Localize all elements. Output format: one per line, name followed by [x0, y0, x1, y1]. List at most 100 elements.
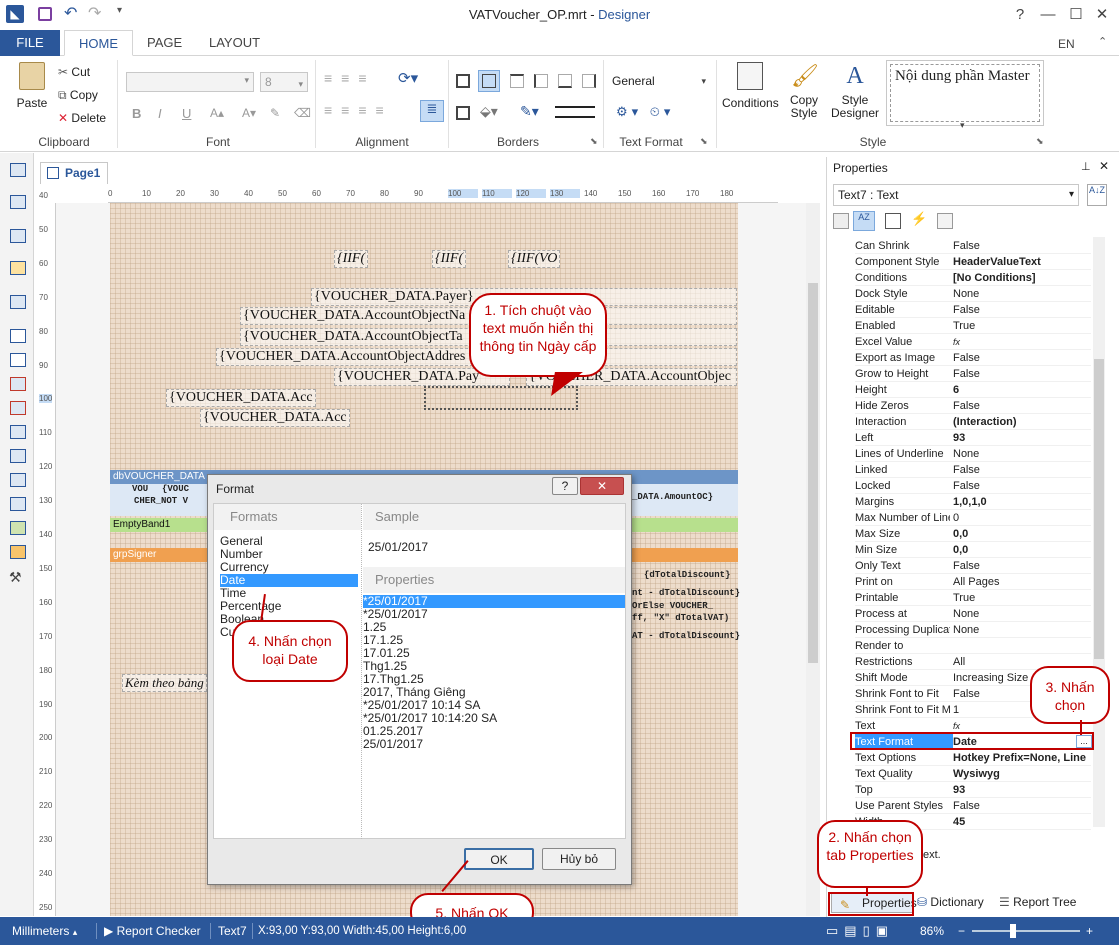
property-row[interactable]: Render to — [855, 638, 1091, 654]
close-panel-icon[interactable]: ✕ — [1099, 159, 1109, 173]
signer-cell[interactable]: AT - dTotalDiscount} — [632, 631, 740, 641]
property-row[interactable]: Max Number of Lines 0 — [855, 510, 1091, 526]
toolbox-container-icon[interactable] — [10, 473, 26, 487]
tab-file[interactable]: FILE — [0, 30, 60, 56]
property-grid-scrollbar[interactable] — [1093, 237, 1105, 827]
canvas-scrollbar[interactable] — [806, 203, 820, 916]
font-color-icon[interactable]: A▾ — [242, 106, 256, 120]
align-icons-row-1[interactable]: ≡≡≡ — [324, 70, 376, 86]
border-left-icon[interactable] — [534, 74, 548, 88]
tab-home[interactable]: HOME — [64, 30, 133, 56]
delete-button[interactable]: ✕ Delete — [58, 111, 106, 125]
copy-style-button[interactable]: 🖌 Copy Style — [784, 62, 824, 120]
shadow-icon[interactable] — [456, 106, 470, 120]
toolbox-picture-icon[interactable] — [10, 521, 26, 535]
property-value[interactable]: 93 — [953, 430, 1093, 446]
property-row[interactable]: Print on All Pages — [855, 574, 1091, 590]
property-row[interactable]: Locked False — [855, 478, 1091, 494]
ok-button[interactable]: OK — [464, 848, 534, 870]
toolbox-band-icon[interactable] — [10, 163, 26, 177]
property-row[interactable]: Left 93 — [855, 430, 1091, 446]
property-row[interactable]: Can Shrink False — [855, 238, 1091, 254]
property-row[interactable]: Lines of Underline None — [855, 446, 1091, 462]
signer-cell[interactable]: {dTotalDiscount} — [644, 570, 730, 580]
tab-page1[interactable]: Page1 — [40, 162, 108, 184]
signer-cell[interactable]: nt - dTotalDiscount} — [632, 588, 740, 598]
units-selector[interactable]: Millimeters ▴ — [12, 917, 77, 946]
clear-format-icon[interactable]: ⌫ — [294, 106, 311, 120]
pin-icon[interactable]: ⊥ — [1081, 160, 1091, 173]
scroll-thumb[interactable] — [808, 283, 818, 663]
fill-color-icon[interactable]: ⬙▾ — [480, 103, 498, 120]
conditions-button[interactable]: Conditions — [722, 62, 779, 110]
dialog-close-button[interactable]: ✕ — [580, 477, 624, 495]
collapse-ribbon-icon[interactable]: ⌃ — [1098, 35, 1107, 48]
property-value[interactable]: (Interaction) — [953, 414, 1093, 430]
property-row[interactable]: Text Quality Wysiwyg — [855, 766, 1091, 782]
property-value[interactable]: None — [953, 286, 1093, 302]
gallery-more-icon[interactable]: ▾ — [960, 120, 965, 131]
toolbox-cross-band-icon[interactable] — [10, 195, 26, 209]
property-row[interactable]: Excel Value fx — [855, 334, 1091, 350]
property-row[interactable]: Process at None — [855, 606, 1091, 622]
sample-format-item[interactable]: 25/01/2017 — [363, 738, 423, 751]
ellipsis-button[interactable]: ... — [1076, 735, 1092, 748]
property-value[interactable]: 45 — [953, 814, 1093, 830]
view-mode-icons[interactable]: ▭▤▯▣ — [826, 917, 894, 945]
border-all-icon[interactable] — [456, 74, 470, 88]
property-row[interactable]: Grow to Height False — [855, 366, 1091, 382]
cancel-button[interactable]: Hủy bỏ — [542, 848, 616, 870]
scroll-thumb[interactable] — [1094, 359, 1104, 659]
property-row[interactable]: Hide Zeros False — [855, 398, 1091, 414]
events-icon[interactable]: ⚡ — [911, 211, 927, 227]
copy-button[interactable]: ⧉ Copy — [58, 88, 98, 103]
property-value[interactable]: All Pages — [953, 574, 1093, 590]
property-value[interactable]: 93 — [953, 782, 1093, 798]
word-wrap-icon[interactable]: ≣ — [420, 100, 444, 122]
property-row[interactable]: Enabled True — [855, 318, 1091, 334]
signer-cell[interactable]: OrElse VOUCHER_ — [632, 601, 713, 611]
font-name-combo[interactable]: ▾ — [126, 72, 254, 92]
toolbox-image-icon[interactable] — [10, 261, 26, 275]
zoom-in-icon[interactable]: + — [1086, 917, 1093, 945]
border-top-icon[interactable] — [510, 74, 524, 88]
toolbox-chart-icon[interactable] — [10, 545, 26, 559]
dialog-help-button[interactable]: ? — [552, 477, 578, 495]
attachment-text[interactable]: Kèm theo bảng — [122, 674, 207, 692]
toolbox-tools-icon[interactable]: ⚒ — [9, 569, 22, 586]
property-pages-icon[interactable] — [937, 213, 953, 229]
detail-cell[interactable]: VOU — [132, 484, 148, 494]
language-selector[interactable]: EN — [1058, 37, 1075, 51]
tab-dictionary[interactable]: ⛁ Dictionary — [917, 895, 984, 909]
property-value[interactable]: False — [953, 478, 1093, 494]
property-value[interactable]: [No Conditions] — [953, 270, 1093, 286]
iif-field[interactable]: {IIF( — [432, 250, 467, 268]
property-row[interactable]: Top 93 — [855, 782, 1091, 798]
signer-cell[interactable]: ff, "X" dTotalVAT) — [632, 613, 729, 623]
property-value[interactable]: False — [953, 302, 1093, 318]
iif-field[interactable]: {IIF( — [334, 250, 369, 268]
zoom-out-icon[interactable]: − — [958, 917, 965, 945]
bold-button[interactable]: B — [132, 106, 141, 121]
text-format-launcher-icon[interactable]: ⬊ — [700, 136, 708, 147]
properties-view-icon[interactable] — [885, 213, 901, 229]
property-row[interactable]: Text Options Hotkey Prefix=None, Line — [855, 750, 1091, 766]
report-checker-button[interactable]: ▶ Report Checker — [104, 917, 201, 945]
property-value[interactable]: False — [953, 350, 1093, 366]
property-row[interactable]: Min Size 0,0 — [855, 542, 1091, 558]
property-value[interactable]: fx — [953, 334, 1093, 350]
iif-field[interactable]: {IIF(VO — [508, 250, 561, 268]
toolbox-databand-icon[interactable] — [10, 229, 26, 243]
zoom-slider-thumb[interactable] — [1010, 924, 1016, 938]
highlight-icon[interactable]: ✎ — [270, 106, 280, 120]
property-row[interactable]: Dock Style None — [855, 286, 1091, 302]
border-none-icon[interactable] — [478, 70, 500, 92]
acc-field[interactable]: {VOUCHER_DATA.Acc — [200, 409, 350, 427]
style-designer-button[interactable]: A Style Designer — [830, 62, 880, 120]
property-value[interactable]: False — [953, 462, 1093, 478]
property-row[interactable]: Interaction (Interaction) — [855, 414, 1091, 430]
property-value[interactable]: True — [953, 318, 1093, 334]
property-row[interactable]: Component Style HeaderValueText — [855, 254, 1091, 270]
alphabetical-icon[interactable]: AZ — [853, 211, 875, 231]
border-right-icon[interactable] — [582, 74, 596, 88]
